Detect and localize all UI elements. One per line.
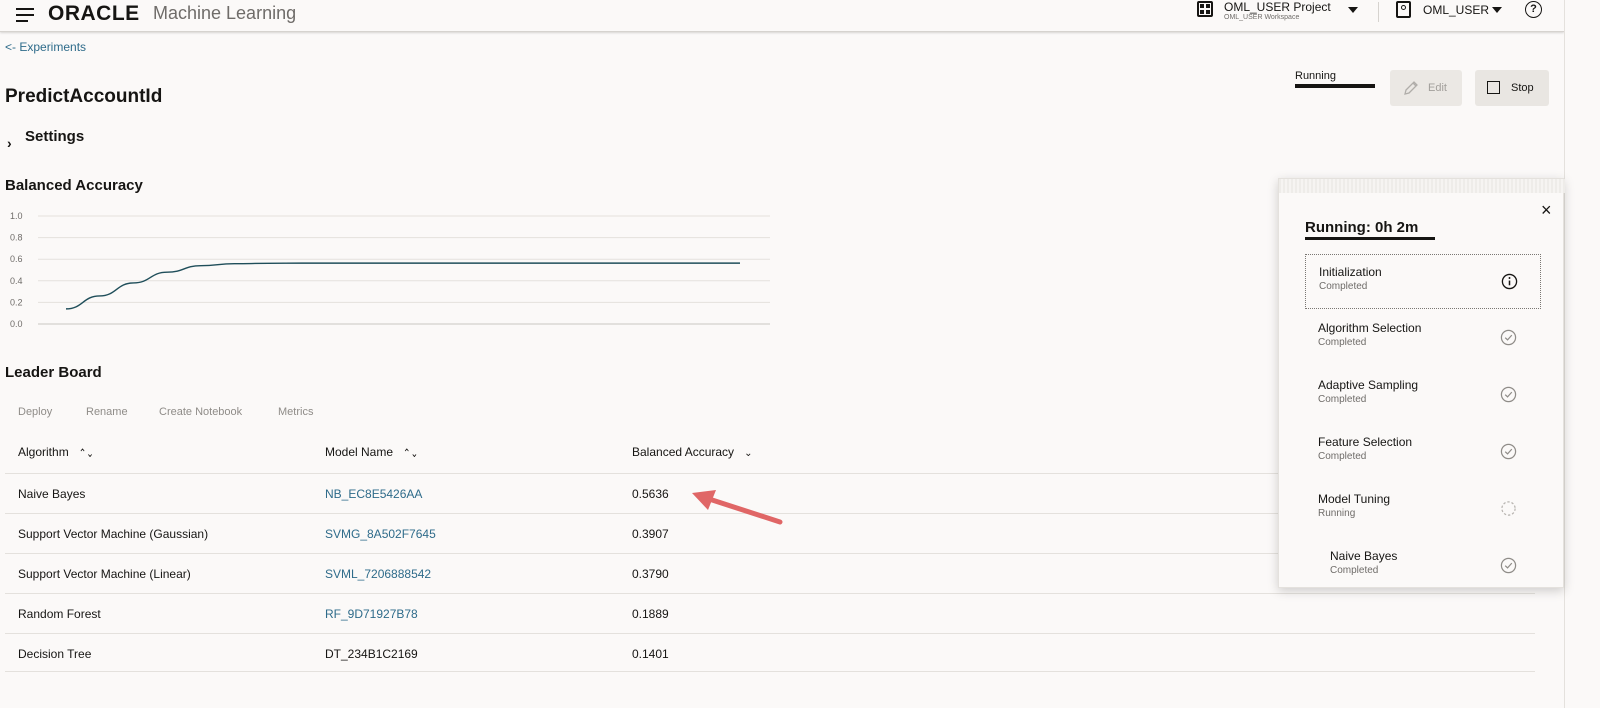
close-icon[interactable]: × xyxy=(1541,201,1552,219)
step-name: Initialization xyxy=(1319,265,1382,279)
balanced-accuracy-cell: 0.1889 xyxy=(632,607,669,621)
column-header-label: Model Name xyxy=(325,445,394,459)
y-tick-label: 1.0 xyxy=(10,211,23,221)
sort-icon[interactable]: ⌃⌄ xyxy=(403,446,418,460)
create-notebook-button[interactable]: Create Notebook xyxy=(159,406,242,418)
progress-step[interactable]: Naive Bayes Completed xyxy=(1305,539,1541,594)
sort-descending-icon[interactable]: ⌄ xyxy=(744,448,752,459)
step-status: Completed xyxy=(1319,281,1368,292)
model-name-cell[interactable]: NB_EC8E5426AA xyxy=(325,487,422,501)
step-name: Model Tuning xyxy=(1318,492,1391,506)
product-name: Machine Learning xyxy=(153,3,297,23)
settings-toggle[interactable]: Settings xyxy=(25,128,84,145)
stop-button[interactable]: Stop xyxy=(1475,70,1549,106)
step-name: Naive Bayes xyxy=(1330,549,1398,563)
y-tick-label: 0.6 xyxy=(10,254,23,264)
panel-drag-handle[interactable] xyxy=(1279,179,1565,193)
annotation-arrow-icon xyxy=(692,490,783,525)
step-status: Completed xyxy=(1318,337,1367,348)
algorithm-cell: Support Vector Machine (Gaussian) xyxy=(18,527,209,541)
page-title: PredictAccountId xyxy=(5,86,163,107)
status-progress-bar xyxy=(1295,84,1375,88)
progress-step[interactable]: Model Tuning Running xyxy=(1305,482,1541,537)
edit-button[interactable]: Edit xyxy=(1390,70,1462,106)
hamburger-menu-icon[interactable] xyxy=(16,6,36,24)
table-row[interactable]: Decision Tree DT_234B1C2169 0.1401 xyxy=(5,633,1535,673)
user-menu[interactable]: OML_USER xyxy=(1423,3,1489,17)
step-status: Completed xyxy=(1330,565,1379,576)
experiment-progress-panel: × Running: 0h 2m Initialization Completed… xyxy=(1278,178,1565,588)
column-header-label: Balanced Accuracy xyxy=(632,445,735,459)
y-tick-label: 0.4 xyxy=(10,276,23,286)
user-avatar-icon[interactable] xyxy=(1396,1,1411,18)
step-status: Completed xyxy=(1318,394,1367,405)
balanced-accuracy-cell: 0.5636 xyxy=(632,487,669,501)
app-header: ORACLE Machine Learning OML_USER Project… xyxy=(0,0,1564,32)
info-icon[interactable] xyxy=(1501,273,1518,290)
chevron-right-icon[interactable]: › xyxy=(7,135,12,151)
step-name: Feature Selection xyxy=(1318,435,1413,449)
check-circle-icon xyxy=(1500,329,1517,346)
help-icon[interactable]: ? xyxy=(1525,1,1542,18)
back-to-experiments-link[interactable]: <- Experiments xyxy=(5,40,86,54)
algorithm-cell: Naive Bayes xyxy=(18,487,86,501)
y-tick-label: 0.8 xyxy=(10,233,23,243)
pencil-icon xyxy=(1404,81,1418,95)
column-header-balanced-accuracy[interactable]: Balanced Accuracy ⌄ xyxy=(632,445,752,459)
balanced-accuracy-cell: 0.3907 xyxy=(632,527,669,541)
metrics-button[interactable]: Metrics xyxy=(278,406,313,418)
project-grid-icon[interactable] xyxy=(1197,1,1213,17)
progress-step[interactable]: Algorithm Selection Completed xyxy=(1305,311,1541,366)
progress-step[interactable]: Feature Selection Completed xyxy=(1305,425,1541,480)
model-name-cell: DT_234B1C2169 xyxy=(325,647,418,661)
chart-section-title: Balanced Accuracy xyxy=(5,177,143,194)
progress-step[interactable]: Adaptive Sampling Completed xyxy=(1305,368,1541,423)
table-row[interactable]: Random Forest RF_9D71927B78 0.1889 xyxy=(5,593,1535,633)
step-name: Adaptive Sampling xyxy=(1318,378,1419,392)
oracle-logo: ORACLE xyxy=(48,2,140,25)
step-status: Completed xyxy=(1318,451,1367,462)
algorithm-cell: Support Vector Machine (Linear) xyxy=(18,567,191,581)
algorithm-cell: Random Forest xyxy=(18,607,101,621)
column-header-algorithm[interactable]: Algorithm ⌃⌄ xyxy=(18,445,94,459)
balanced-accuracy-cell: 0.3790 xyxy=(632,567,669,581)
column-header-label: Algorithm xyxy=(18,445,69,459)
project-selector[interactable]: OML_USER Project xyxy=(1224,0,1331,14)
edit-button-label: Edit xyxy=(1428,82,1447,94)
model-name-cell[interactable]: SVML_7206888542 xyxy=(325,567,431,581)
step-name: Algorithm Selection xyxy=(1318,321,1422,335)
sort-icon[interactable]: ⌃⌄ xyxy=(79,446,94,460)
status-label: Running xyxy=(1295,70,1336,82)
rename-button[interactable]: Rename xyxy=(86,406,128,418)
model-name-cell[interactable]: SVMG_8A502F7645 xyxy=(325,527,436,541)
leaderboard-title: Leader Board xyxy=(5,364,102,381)
project-chevron-down-icon[interactable] xyxy=(1348,7,1358,13)
deploy-button[interactable]: Deploy xyxy=(18,406,52,418)
check-circle-icon xyxy=(1500,557,1517,574)
algorithm-cell: Decision Tree xyxy=(18,647,92,661)
table-bottom-border xyxy=(5,671,1535,672)
spinner-icon xyxy=(1501,501,1516,516)
balanced-accuracy-chart: 1.0 0.8 0.6 0.4 0.2 0.0 xyxy=(10,211,770,329)
stop-square-icon xyxy=(1487,81,1500,94)
step-status: Running xyxy=(1318,508,1356,519)
column-header-model-name[interactable]: Model Name ⌃⌄ xyxy=(325,445,418,459)
balanced-accuracy-cell: 0.1401 xyxy=(632,647,669,661)
user-chevron-down-icon[interactable] xyxy=(1492,7,1502,13)
model-name-cell[interactable]: RF_9D71927B78 xyxy=(325,607,418,621)
y-tick-label: 0.0 xyxy=(10,319,23,329)
check-circle-icon xyxy=(1500,443,1517,460)
stop-button-label: Stop xyxy=(1511,82,1534,94)
progress-step[interactable]: Initialization Completed xyxy=(1305,254,1541,309)
scrollbar[interactable] xyxy=(1564,0,1600,708)
check-circle-icon xyxy=(1500,386,1517,403)
panel-progress-bar xyxy=(1305,237,1435,240)
y-tick-label: 0.2 xyxy=(10,297,23,307)
project-workspace: OML_USER Workspace xyxy=(1224,14,1300,21)
header-divider xyxy=(1378,2,1379,22)
panel-title: Running: 0h 2m xyxy=(1305,219,1419,236)
